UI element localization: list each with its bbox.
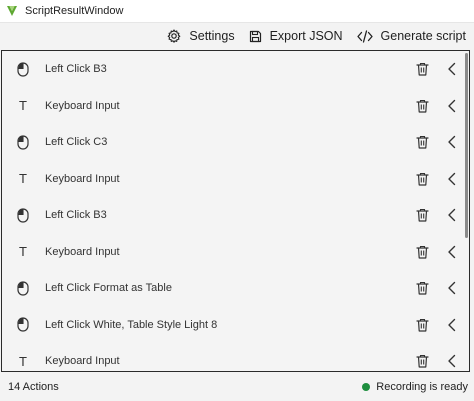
trash-icon[interactable] <box>415 98 429 114</box>
mouse-icon <box>16 134 30 150</box>
status-bar: 14 Actions Recording is ready <box>0 372 474 401</box>
action-label: Keyboard Input <box>45 355 120 368</box>
chevron-left-icon[interactable] <box>445 280 457 296</box>
action-label: Left Click B3 <box>45 209 107 222</box>
action-list[interactable]: Left Click B3 T Keyboard Input Left Click C… <box>1 50 470 372</box>
chevron-left-icon[interactable] <box>445 244 457 260</box>
settings-button[interactable]: Settings <box>167 29 235 43</box>
mouse-icon <box>16 207 30 223</box>
trash-icon[interactable] <box>415 134 429 150</box>
keyboard-glyph: T <box>19 353 27 369</box>
chevron-left-icon[interactable] <box>445 171 457 187</box>
chevron-left-icon[interactable] <box>445 134 457 150</box>
chevron-left-icon[interactable] <box>445 317 457 333</box>
trash-icon[interactable] <box>415 207 429 223</box>
keyboard-glyph: T <box>19 171 27 187</box>
action-row[interactable]: T Keyboard Input <box>2 343 469 371</box>
keyboard-glyph: T <box>19 98 27 114</box>
mouse-icon <box>16 61 30 77</box>
window-title: ScriptResultWindow <box>25 5 124 17</box>
action-label: Left Click C3 <box>45 136 108 149</box>
action-row[interactable]: T Keyboard Input <box>2 234 469 271</box>
action-label: Keyboard Input <box>45 172 120 185</box>
action-label: Left Click White, Table Style Light 8 <box>45 318 218 331</box>
action-label: Left Click Format as Table <box>45 282 172 295</box>
generate-script-label: Generate script <box>380 29 466 43</box>
action-row[interactable]: T Keyboard Input <box>2 161 469 198</box>
code-icon <box>356 29 373 43</box>
title-bar: ScriptResultWindow <box>0 0 474 23</box>
gear-icon <box>168 29 181 43</box>
status-dot-icon <box>362 382 371 391</box>
chevron-left-icon[interactable] <box>445 98 457 114</box>
keyboard-text-icon: T <box>16 98 30 114</box>
action-label: Left Click B3 <box>45 63 107 76</box>
trash-icon[interactable] <box>415 61 429 77</box>
trash-icon[interactable] <box>415 353 429 369</box>
trash-icon[interactable] <box>415 171 429 187</box>
trash-icon[interactable] <box>415 280 429 296</box>
chevron-left-icon[interactable] <box>445 353 457 369</box>
export-json-button[interactable]: Export JSON <box>249 29 343 43</box>
keyboard-glyph: T <box>19 244 27 260</box>
app-logo-icon <box>5 4 19 18</box>
action-row[interactable]: T Keyboard Input <box>2 88 469 125</box>
mouse-icon <box>16 280 30 296</box>
settings-label: Settings <box>189 29 235 43</box>
toolbar: Settings Export JSON Generate script <box>0 23 474 49</box>
action-label: Keyboard Input <box>45 99 120 112</box>
trash-icon[interactable] <box>415 244 429 260</box>
recording-status: Recording is ready <box>362 381 468 393</box>
keyboard-text-icon: T <box>16 244 30 260</box>
export-json-label: Export JSON <box>269 29 343 43</box>
action-row[interactable]: Left Click White, Table Style Light 8 <box>2 307 469 344</box>
action-row[interactable]: Left Click B3 <box>2 197 469 234</box>
chevron-left-icon[interactable] <box>445 207 457 223</box>
action-row[interactable]: Left Click B3 <box>2 51 469 88</box>
action-count: 14 Actions <box>8 380 59 393</box>
action-row[interactable]: Left Click C3 <box>2 124 469 161</box>
save-icon <box>249 30 261 42</box>
keyboard-text-icon: T <box>16 353 30 369</box>
mouse-icon <box>16 317 30 333</box>
chevron-left-icon[interactable] <box>445 61 457 77</box>
recording-status-text: Recording is ready <box>376 380 468 393</box>
keyboard-text-icon: T <box>16 171 30 187</box>
action-row[interactable]: Left Click Format as Table <box>2 270 469 307</box>
generate-script-button[interactable]: Generate script <box>356 29 466 43</box>
action-label: Keyboard Input <box>45 245 120 258</box>
trash-icon[interactable] <box>415 317 429 333</box>
